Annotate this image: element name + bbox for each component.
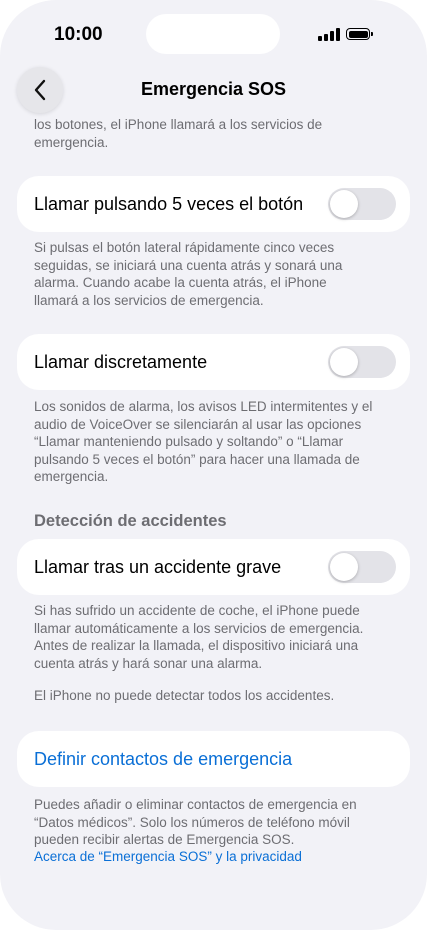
phone-screen: 10:00 Emergencia SOS los botones, el iPh… — [0, 0, 427, 930]
privacy-link[interactable]: Acerca de “Emergencia SOS” y la privacid… — [34, 849, 302, 864]
intro-text-line: los botones, el iPhone llamará a los ser… — [34, 117, 323, 132]
footer-line: Puedes añadir o eliminar contactos de em… — [34, 797, 357, 812]
toggle-knob — [330, 348, 358, 376]
footer-line: llamará a los servicios de emergencia. — [34, 292, 264, 308]
press-5-times-footer: Si pulsas el botón lateral rápidamente c… — [34, 239, 396, 309]
footer-line: “Datos médicos”. Solo los números de tel… — [34, 814, 350, 830]
page-title: Emergencia SOS — [140, 79, 287, 99]
toggle-knob — [330, 190, 358, 218]
call-quietly-toggle[interactable] — [328, 346, 396, 378]
call-quietly-footer: Los sonidos de alarma, los avisos LED in… — [34, 398, 396, 486]
battery-icon — [346, 28, 373, 40]
footer-line: Los sonidos de alarma, los avisos LED in… — [34, 399, 373, 414]
crash-call-label: Llamar tras un accidente grave — [34, 556, 282, 577]
footer-line: Antes de realizar la llamada, el disposi… — [34, 638, 359, 654]
press-5-times-label: Llamar pulsando 5 veces el botón — [34, 193, 304, 214]
crash-note: El iPhone no puede detectar todos los ac… — [34, 688, 335, 703]
footer-line: emergencia. — [34, 469, 109, 485]
call-quietly-label: Llamar discretamente — [34, 351, 208, 372]
set-emergency-contacts-row[interactable]: Definir contactos de emergencia — [17, 731, 410, 787]
press-5-times-toggle[interactable] — [328, 188, 396, 220]
status-time: 10:00 — [54, 24, 103, 45]
footer-line: llamar automáticamente a los servicios d… — [34, 620, 364, 636]
call-quietly-row[interactable]: Llamar discretamente — [17, 334, 410, 390]
dynamic-island — [146, 14, 280, 54]
cellular-signal-icon — [318, 28, 340, 41]
crash-call-row[interactable]: Llamar tras un accidente grave — [17, 539, 410, 595]
footer-line: alarma. Cuando acabe la cuenta atrás, el… — [34, 275, 327, 291]
footer-line: audio de VoiceOver se silenciarán al usa… — [34, 416, 362, 432]
footer-line: cuenta atrás y hará sonar una alarma. — [34, 655, 263, 671]
intro-text: los botones, el iPhone llamará a los ser… — [34, 116, 396, 151]
set-emergency-contacts-link[interactable]: Definir contactos de emergencia — [34, 749, 292, 770]
intro-text-line: emergencia. — [34, 134, 109, 150]
crash-call-toggle[interactable] — [328, 551, 396, 583]
crash-call-footer: Si has sufrido un accidente de coche, el… — [34, 602, 396, 672]
crash-detection-header: Detección de accidentes — [34, 512, 227, 530]
toggle-knob — [330, 553, 358, 581]
footer-line: “Llamar manteniendo pulsado y soltando” … — [34, 434, 344, 450]
contacts-footer: Puedes añadir o eliminar contactos de em… — [34, 796, 396, 849]
footer-line: Si has sufrido un accidente de coche, el… — [34, 603, 360, 618]
footer-line: seguidas, se iniciará una cuenta atrás y… — [34, 257, 343, 273]
press-5-times-row[interactable]: Llamar pulsando 5 veces el botón — [17, 176, 410, 232]
footer-line: pulsando 5 veces el botón” para hacer un… — [34, 451, 360, 467]
footer-line: pueden recibir alertas de Emergencia SOS… — [34, 832, 295, 848]
footer-line: Si pulsas el botón lateral rápidamente c… — [34, 240, 335, 255]
